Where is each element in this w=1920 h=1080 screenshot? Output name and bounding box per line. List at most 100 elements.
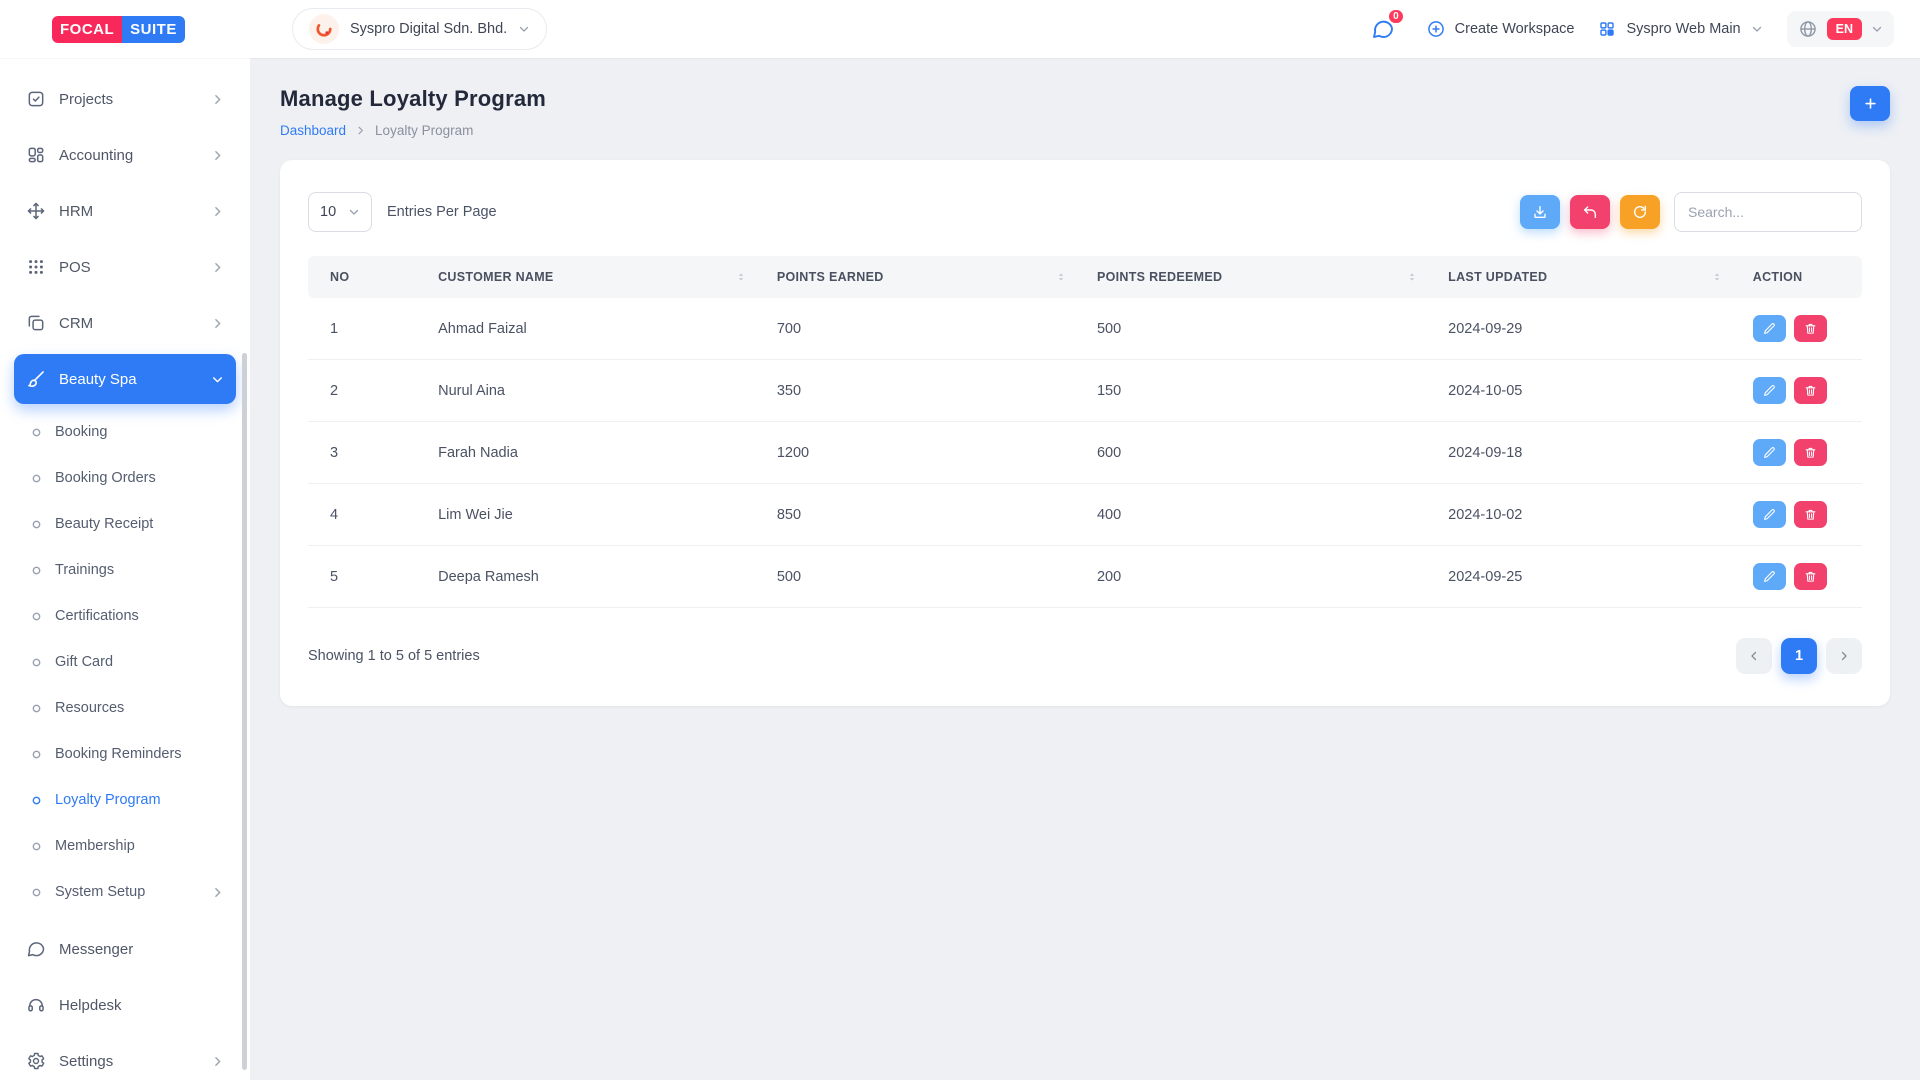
projects-icon: [26, 89, 46, 109]
column-header-last-updated[interactable]: LAST UPDATED: [1436, 256, 1741, 298]
delete-button[interactable]: [1794, 377, 1827, 404]
sidebar-item-label: Messenger: [59, 941, 133, 958]
cell-points-redeemed: 500: [1085, 298, 1436, 360]
sidebar-item-trainings[interactable]: Trainings: [14, 548, 236, 592]
add-loyalty-button[interactable]: [1850, 86, 1890, 121]
cell-no: 5: [308, 546, 426, 608]
undo-button[interactable]: [1570, 195, 1610, 229]
sidebar-item-certifications[interactable]: Certifications: [14, 594, 236, 638]
chevron-right-icon: [211, 886, 224, 899]
workspace-name: Syspro Web Main: [1626, 21, 1740, 37]
accounting-icon: [26, 145, 46, 165]
edit-button[interactable]: [1753, 563, 1786, 590]
page-button-1[interactable]: 1: [1781, 638, 1817, 674]
sidebar-item-label: Loyalty Program: [55, 792, 161, 808]
edit-button[interactable]: [1753, 439, 1786, 466]
messages-button[interactable]: 0: [1364, 10, 1402, 48]
bullet-icon: [31, 611, 42, 622]
download-button[interactable]: [1520, 195, 1560, 229]
column-header-points-earned[interactable]: POINTS EARNED: [765, 256, 1085, 298]
sidebar-item-messenger[interactable]: Messenger: [14, 924, 236, 974]
cell-action: [1741, 360, 1862, 422]
chevron-down-icon: [1871, 23, 1883, 35]
sidebar-item-projects[interactable]: Projects: [14, 74, 236, 124]
next-page-button[interactable]: [1826, 638, 1862, 674]
edit-button[interactable]: [1753, 315, 1786, 342]
chevron-down-icon: [518, 23, 530, 35]
company-selector[interactable]: Syspro Digital Sdn. Bhd.: [292, 8, 547, 50]
edit-button[interactable]: [1753, 501, 1786, 528]
entries-per-page-label: Entries Per Page: [387, 204, 497, 220]
bullet-icon: [31, 519, 42, 530]
chevron-right-icon: [211, 205, 224, 218]
entries-per-page-select[interactable]: 10: [308, 192, 372, 232]
sidebar-item-booking-orders[interactable]: Booking Orders: [14, 456, 236, 500]
cell-action: [1741, 546, 1862, 608]
chevron-right-icon: [355, 125, 366, 136]
cell-last-updated: 2024-10-05: [1436, 360, 1741, 422]
company-logo-icon: [309, 14, 339, 44]
sidebar-scrollbar[interactable]: [242, 353, 247, 1070]
sort-icon[interactable]: [1406, 271, 1418, 283]
sidebar-item-booking-reminders[interactable]: Booking Reminders: [14, 732, 236, 776]
topbar: FOCALSUITE Syspro Digital Sdn. Bhd. 0 Cr…: [0, 0, 1920, 58]
breadcrumb: Dashboard Loyalty Program: [280, 123, 546, 138]
sidebar-item-pos[interactable]: POS: [14, 242, 236, 292]
sidebar-item-label: Beauty Receipt: [55, 516, 153, 532]
bullet-icon: [31, 473, 42, 484]
refresh-button[interactable]: [1620, 195, 1660, 229]
edit-button[interactable]: [1753, 377, 1786, 404]
column-header-customer-name[interactable]: CUSTOMER NAME: [426, 256, 765, 298]
language-selector[interactable]: EN: [1787, 11, 1894, 47]
breadcrumb-dashboard-link[interactable]: Dashboard: [280, 123, 346, 138]
sidebar-item-settings[interactable]: Settings: [14, 1036, 236, 1080]
bullet-icon: [31, 427, 42, 438]
cell-points-earned: 500: [765, 546, 1085, 608]
table-row: 3Farah Nadia12006002024-09-18: [308, 422, 1862, 484]
workspace-selector[interactable]: Syspro Web Main: [1598, 20, 1762, 38]
sidebar-item-crm[interactable]: CRM: [14, 298, 236, 348]
language-badge: EN: [1827, 18, 1862, 40]
search-input[interactable]: [1674, 192, 1862, 232]
delete-button[interactable]: [1794, 315, 1827, 342]
delete-button[interactable]: [1794, 563, 1827, 590]
cell-points-redeemed: 400: [1085, 484, 1436, 546]
sidebar-item-gift-card[interactable]: Gift Card: [14, 640, 236, 684]
loyalty-table: NOCUSTOMER NAMEPOINTS EARNEDPOINTS REDEE…: [308, 256, 1862, 608]
sidebar-item-loyalty-program[interactable]: Loyalty Program: [14, 778, 236, 822]
sidebar-item-beauty-receipt[interactable]: Beauty Receipt: [14, 502, 236, 546]
bullet-icon: [31, 703, 42, 714]
sort-icon[interactable]: [1055, 271, 1067, 283]
column-header-label: ACTION: [1753, 270, 1803, 284]
sort-icon[interactable]: [735, 271, 747, 283]
delete-button[interactable]: [1794, 439, 1827, 466]
sidebar-item-membership[interactable]: Membership: [14, 824, 236, 868]
logo-suite: SUITE: [122, 16, 185, 43]
cell-customer-name: Deepa Ramesh: [426, 546, 765, 608]
sidebar-item-label: Membership: [55, 838, 135, 854]
create-workspace-button[interactable]: Create Workspace: [1426, 19, 1575, 39]
prev-page-button[interactable]: [1736, 638, 1772, 674]
sidebar-item-label: Resources: [55, 700, 124, 716]
sidebar-item-hrm[interactable]: HRM: [14, 186, 236, 236]
delete-button[interactable]: [1794, 501, 1827, 528]
sort-icon[interactable]: [1711, 271, 1723, 283]
sidebar-item-helpdesk[interactable]: Helpdesk: [14, 980, 236, 1030]
sidebar-item-accounting[interactable]: Accounting: [14, 130, 236, 180]
sidebar-item-label: Helpdesk: [59, 997, 122, 1014]
beauty-spa-icon: [26, 369, 46, 389]
cell-points-redeemed: 600: [1085, 422, 1436, 484]
column-header-no: NO: [308, 256, 426, 298]
bullet-icon: [31, 795, 42, 806]
app-logo[interactable]: FOCALSUITE: [52, 16, 185, 43]
sidebar-item-resources[interactable]: Resources: [14, 686, 236, 730]
column-header-points-redeemed[interactable]: POINTS REDEEMED: [1085, 256, 1436, 298]
messages-badge: 0: [1387, 8, 1405, 25]
sidebar-item-booking[interactable]: Booking: [14, 410, 236, 454]
messenger-icon: [26, 939, 46, 959]
cell-points-earned: 700: [765, 298, 1085, 360]
bullet-icon: [31, 749, 42, 760]
cell-no: 4: [308, 484, 426, 546]
sidebar-item-system-setup[interactable]: System Setup: [14, 870, 236, 914]
sidebar-item-beauty-spa[interactable]: Beauty Spa: [14, 354, 236, 404]
